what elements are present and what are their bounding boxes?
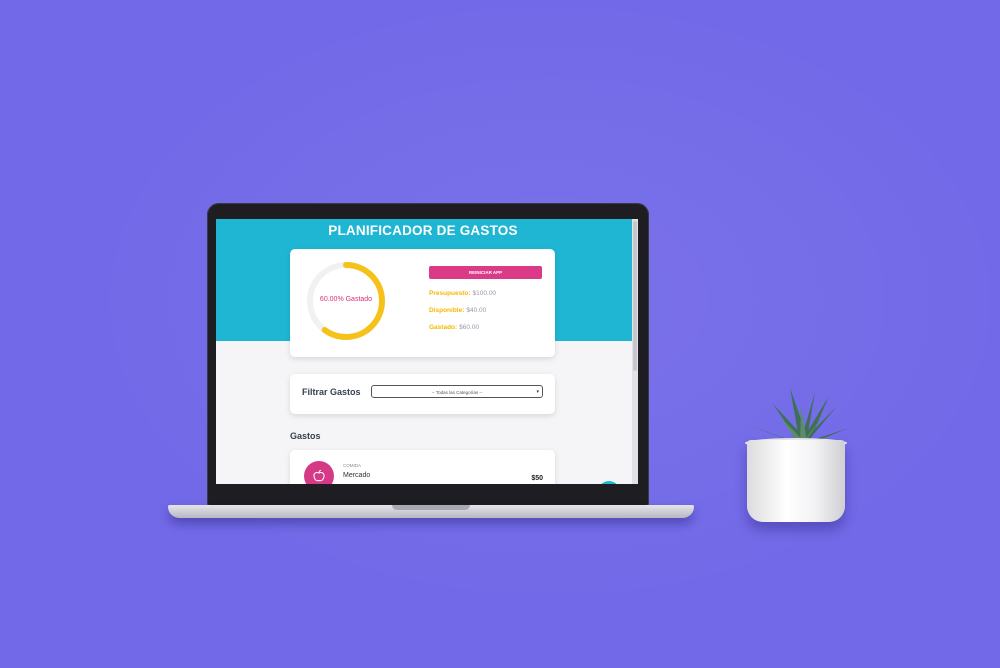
expense-name: Mercado — [343, 472, 371, 479]
new-expense-button[interactable] — [598, 481, 620, 484]
filter-card: Filtrar Gastos -- Todas las Categorías -… — [290, 374, 555, 414]
expense-amount: $50 — [531, 475, 543, 482]
scrollbar[interactable] — [632, 219, 638, 484]
stat-budget-label: Presupuesto: — [429, 290, 471, 297]
apple-icon — [304, 461, 334, 484]
app-title: PLANIFICADOR DE GASTOS — [328, 223, 518, 238]
stat-spent-label: Gastado: — [429, 324, 458, 331]
stat-spent-value: $60.00 — [459, 324, 480, 331]
stat-spent: Gastado: $60.00 — [429, 324, 479, 331]
plant-pot — [747, 440, 845, 522]
stat-available-value: $40.00 — [466, 307, 487, 314]
chevron-down-icon: ▾ — [536, 389, 539, 395]
filter-selected-option: -- Todas las Categorías -- — [431, 390, 483, 395]
budget-card: 60.00% Gastado REINICIAR APP Presupuesto… — [290, 249, 555, 357]
laptop-screen: PLANIFICADOR DE GASTOS 60.00% Gastado RE… — [216, 219, 638, 484]
progress-label: 60.00% Gastado — [319, 296, 373, 303]
reset-app-button[interactable]: REINICIAR APP — [429, 266, 542, 279]
filter-label: Filtrar Gastos — [302, 387, 361, 397]
stat-available: Disponible: $40.00 — [429, 307, 486, 314]
expenses-section-title: Gastos — [290, 431, 321, 441]
expense-category: COMIDA — [343, 463, 361, 468]
category-filter-select[interactable]: -- Todas las Categorías -- ▾ — [371, 385, 543, 398]
stat-budget: Presupuesto: $100.00 — [429, 290, 496, 297]
expense-item[interactable]: COMIDA Mercado $50 — [290, 450, 555, 484]
stat-available-label: Disponible: — [429, 307, 465, 314]
laptop-notch — [392, 505, 470, 510]
stat-budget-value: $100.00 — [472, 290, 497, 297]
scrollbar-thumb[interactable] — [633, 221, 637, 371]
